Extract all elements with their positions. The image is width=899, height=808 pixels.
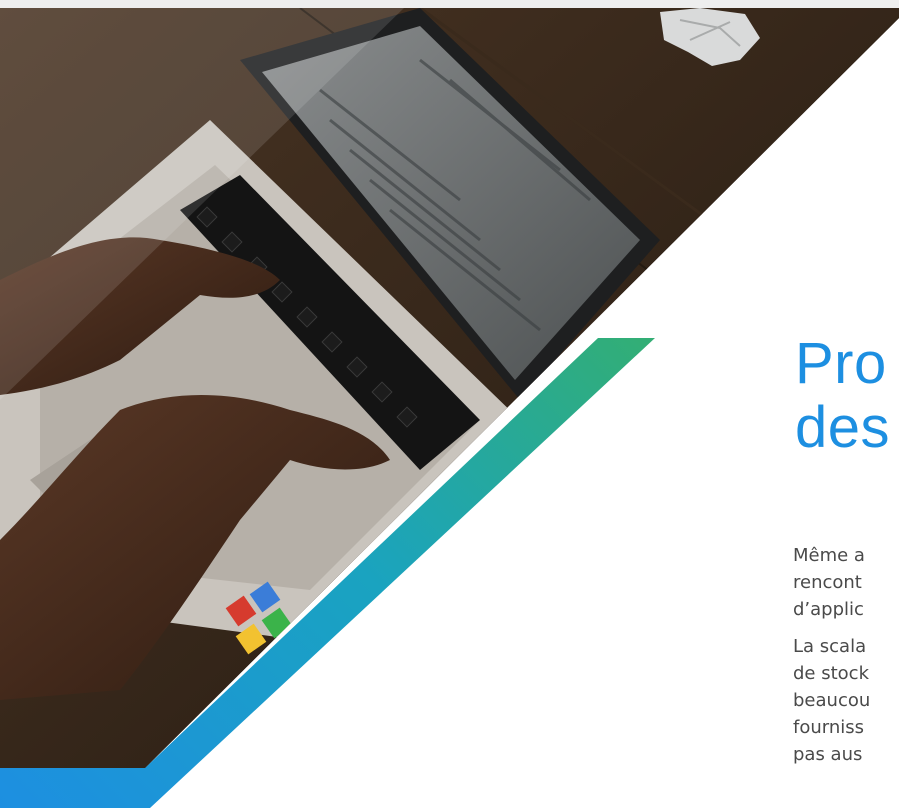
body-text: Même a rencont d’applic La scala de stoc…: [793, 542, 899, 778]
text-line: La scala: [793, 636, 867, 657]
text-line: rencont: [793, 572, 862, 593]
text-line: de stock: [793, 663, 869, 684]
text-line: fourniss: [793, 717, 865, 738]
paragraph: La scala de stock beaucou fourniss pas a…: [793, 633, 899, 768]
top-bar: [0, 0, 899, 8]
text-line: pas aus: [793, 744, 863, 765]
page-title: Pro des: [795, 332, 899, 460]
paragraph: Même a rencont d’applic: [793, 542, 899, 623]
title-line: Pro: [795, 331, 887, 396]
text-line: Même a: [793, 545, 865, 566]
text-line: d’applic: [793, 599, 864, 620]
title-line: des: [795, 395, 891, 460]
laptop-typing-illustration: [0, 8, 899, 768]
hero-photo-laptop-typing: [0, 8, 899, 768]
text-line: beaucou: [793, 690, 871, 711]
